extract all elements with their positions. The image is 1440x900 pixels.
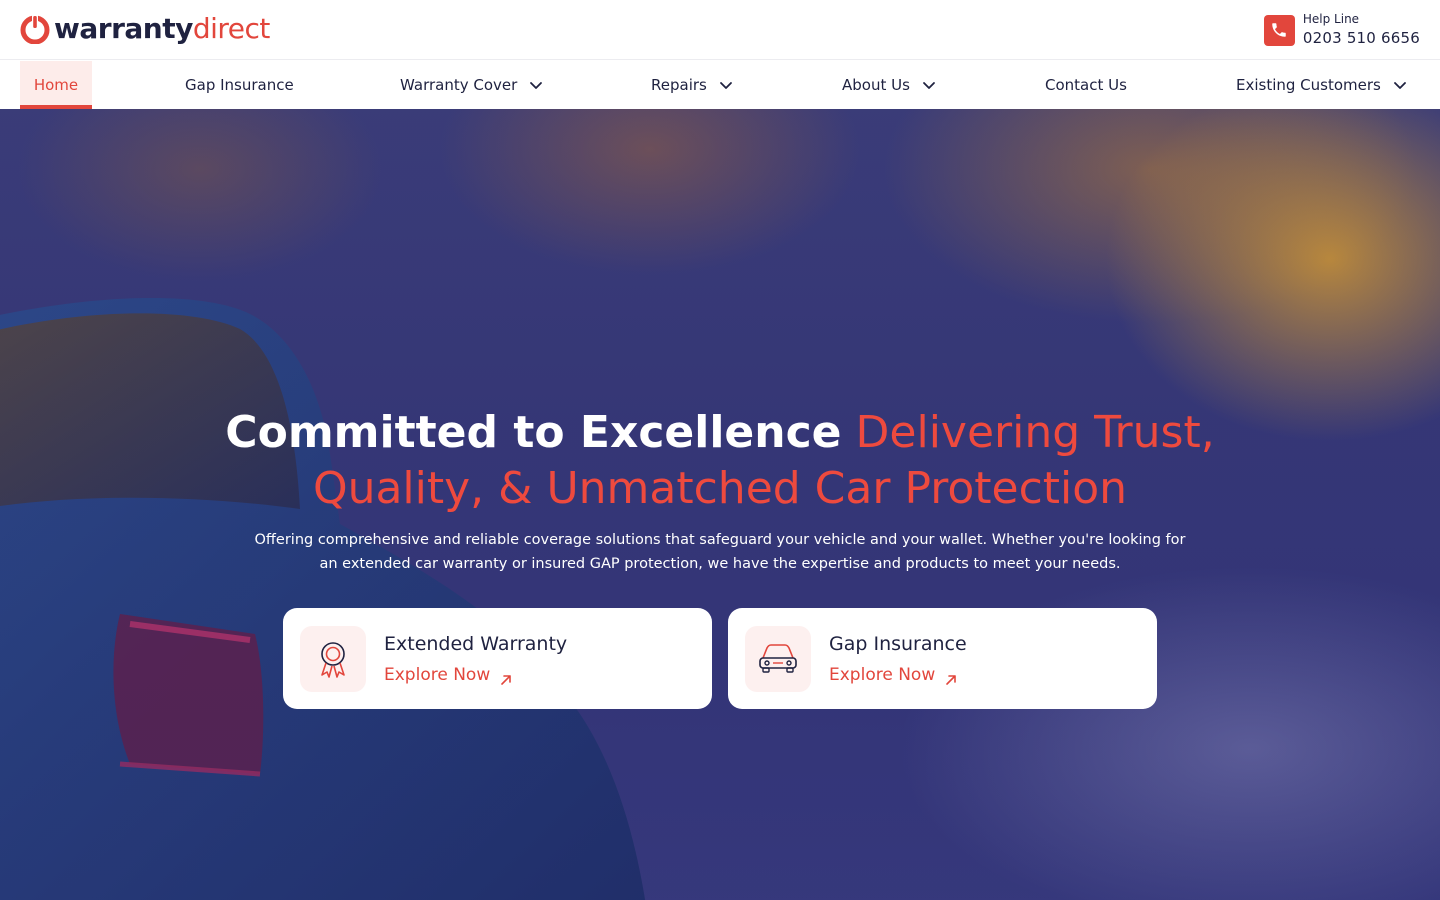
hero-title: Committed to Excellence Delivering Trust… [0,405,1440,517]
nav-item-about-us-label: About Us [842,76,910,94]
nav-item-existing-customers-label: Existing Customers [1236,76,1381,94]
nav-item-home-label: Home [33,76,79,94]
site-header: warrantydirect Help Line 0203 510 6656 [0,0,1440,60]
nav-item-warranty-cover-label: Warranty Cover [400,76,518,94]
brand-word-warranty: warranty [54,12,193,45]
help-line-text: Help Line 0203 510 6656 [1303,11,1420,49]
nav-item-contact-us[interactable]: Contact Us [1045,61,1127,109]
main-nav: Home Gap Insurance Warranty Cover Repair… [0,61,1440,109]
arrow-up-right-icon [945,669,957,685]
hero-subtitle: Offering comprehensive and reliable cove… [254,532,1186,572]
brand-name: warrantydirect [54,12,270,46]
nav-item-home[interactable]: Home [20,61,92,109]
nav-item-repairs-label: Repairs [651,76,707,94]
car-icon [745,625,811,692]
gap-insurance-card-body: Gap Insurance Explore Now [829,631,967,687]
nav-item-gap-insurance-label: Gap Insurance [185,76,294,94]
gap-insurance-card-title: Gap Insurance [829,632,967,655]
help-line[interactable]: Help Line 0203 510 6656 [1263,10,1420,50]
award-ribbon-icon [300,625,366,692]
extended-warranty-card-title: Extended Warranty [384,632,568,655]
nav-item-existing-customers[interactable]: Existing Customers [1236,61,1407,109]
extended-warranty-explore-label: Explore Now [384,664,491,685]
chevron-down-icon [1393,78,1407,92]
nav-item-contact-us-label: Contact Us [1045,76,1127,94]
chevron-down-icon [922,78,936,92]
gap-insurance-card[interactable]: Gap Insurance Explore Now [728,608,1157,709]
extended-warranty-explore-link[interactable]: Explore Now [384,663,567,687]
gap-insurance-explore-label: Explore Now [829,664,936,685]
nav-item-about-us[interactable]: About Us [842,61,936,109]
hero-title-highlight-1: Delivering Trust, [855,407,1215,458]
nav-item-warranty-cover[interactable]: Warranty Cover [400,61,543,109]
nav-item-gap-insurance[interactable]: Gap Insurance [185,61,294,109]
nav-item-repairs[interactable]: Repairs [651,61,733,109]
chevron-down-icon [719,78,733,92]
arrow-up-right-icon [500,669,512,685]
extended-warranty-card-body: Extended Warranty Explore Now [384,631,567,687]
extended-warranty-card[interactable]: Extended Warranty Explore Now [283,608,712,709]
brand-logo[interactable]: warrantydirect [20,12,270,46]
hero-title-highlight-2: Quality, & Unmatched Car Protection [312,463,1128,514]
brand-word-direct: direct [192,12,271,45]
help-line-phone[interactable]: 0203 510 6656 [1303,27,1420,49]
hero-section: Committed to Excellence Delivering Trust… [0,109,1440,900]
warranty-shield-logo-icon [20,14,50,45]
gap-insurance-explore-link[interactable]: Explore Now [829,663,967,687]
chevron-down-icon [529,78,543,92]
phone-icon [1263,14,1295,46]
help-line-label: Help Line [1302,12,1360,26]
hero-title-lead: Committed to Excellence [225,407,842,458]
